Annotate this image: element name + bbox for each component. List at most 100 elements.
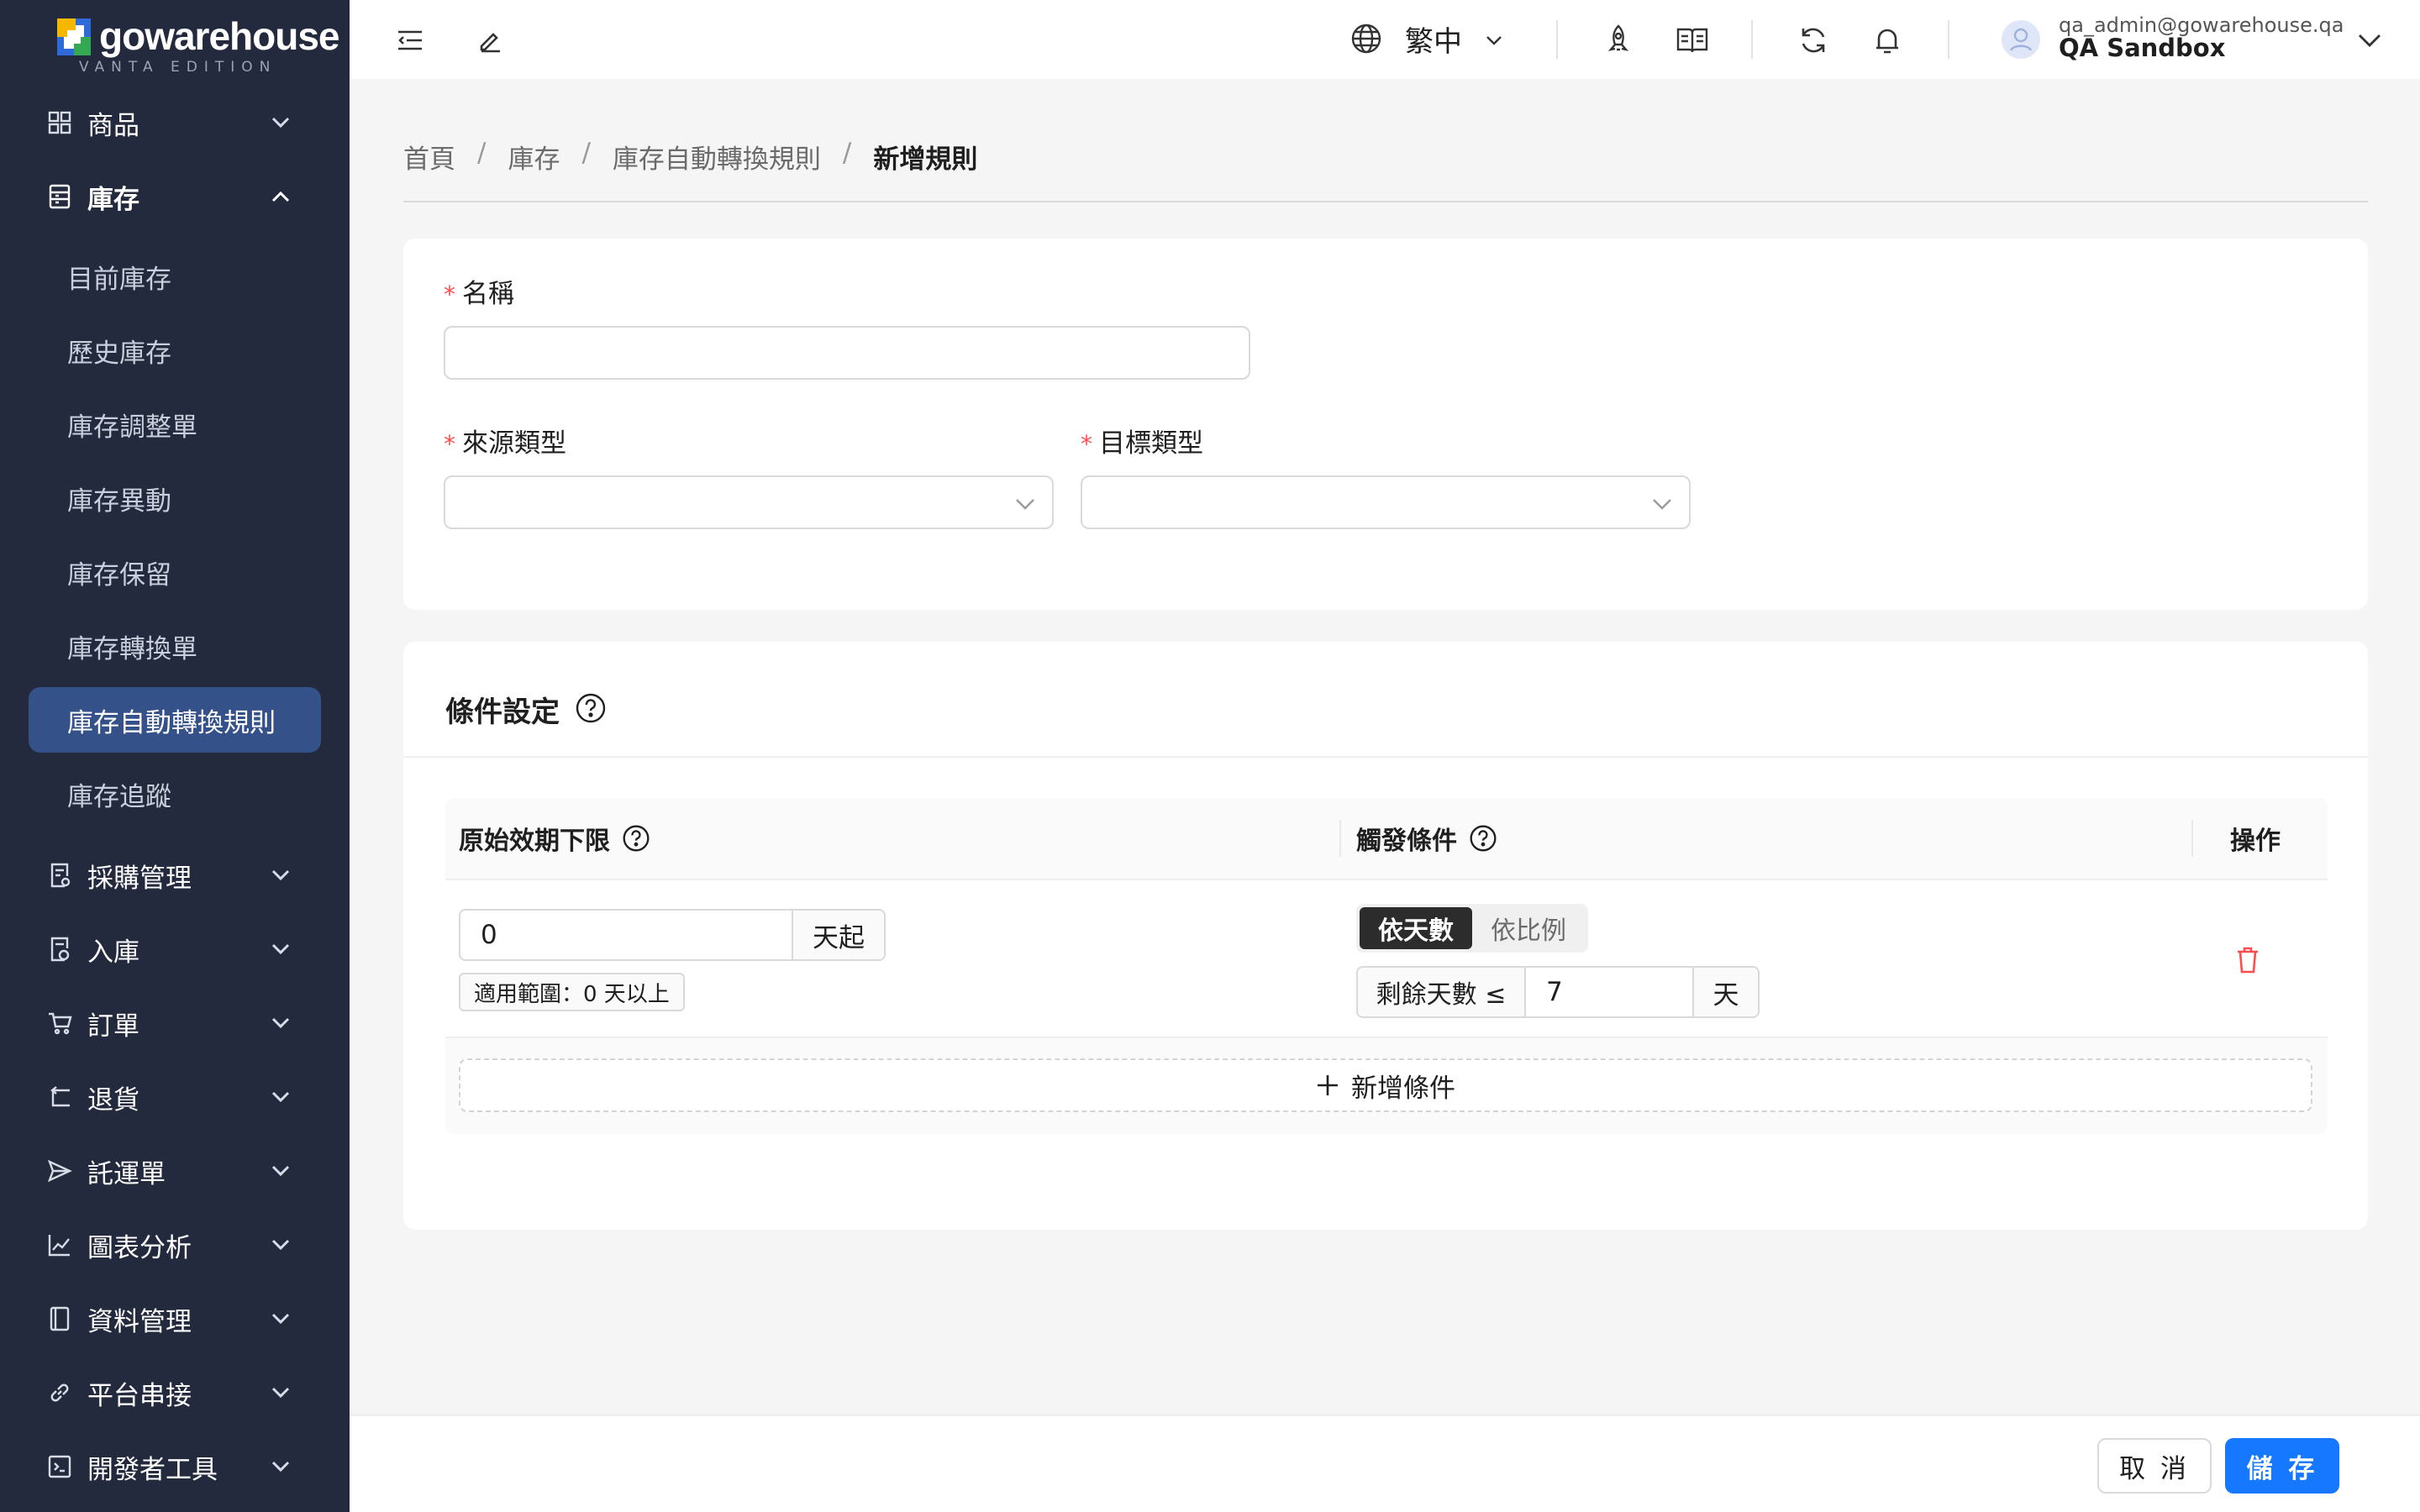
source-type-select[interactable] <box>444 475 1054 529</box>
breadcrumb-divider <box>403 201 2368 202</box>
remaining-days-suffix: 天 <box>1692 968 1758 1016</box>
sidebar-item-purchasing[interactable]: 採購管理 <box>0 845 350 906</box>
sidebar-item-shipments[interactable]: 託運單 <box>0 1141 350 1201</box>
sidebar-item-returns[interactable]: 退貨 <box>0 1067 350 1127</box>
sidebar-subitem-stock-history[interactable]: 歷史庫存 <box>29 318 321 383</box>
sidebar-subitem-stock-reservation[interactable]: 庫存保留 <box>29 539 321 605</box>
sidebar-subitem-label: 庫存保留 <box>67 559 171 591</box>
cancel-button[interactable]: 取 消 <box>2097 1438 2212 1494</box>
table-row: 0 天起 適用範圍：0 天以上 依天數 依比例 剩餘天數 ≤ 7 天 <box>445 879 2328 1038</box>
top-header: 繁中 qa_admin@gowarehouse.qa QA Sandbox <box>350 0 2420 79</box>
delete-icon[interactable] <box>2235 946 2260 974</box>
sidebar-item-products[interactable]: 商品 <box>0 92 350 153</box>
sidebar-item-label: 託運單 <box>87 1158 166 1189</box>
source-type-label: * 來源類型 <box>444 428 566 459</box>
mode-by-ratio[interactable]: 依比例 <box>1472 907 1585 949</box>
sidebar-item-label: 開發者工具 <box>87 1454 218 1485</box>
grid-icon <box>47 110 72 135</box>
help-circle-icon[interactable] <box>1469 824 1497 853</box>
target-type-select[interactable] <box>1081 475 1691 529</box>
sidebar-item-label: 庫存 <box>87 184 139 215</box>
chevron-down-icon <box>271 1457 291 1477</box>
basic-info-card: * 名稱 * 來源類型 * 目標類型 <box>403 239 2368 610</box>
bell-icon[interactable] <box>1870 24 1904 57</box>
cart-icon <box>47 1011 72 1036</box>
help-circle-icon[interactable] <box>622 824 650 853</box>
return-icon <box>47 1084 72 1110</box>
sidebar-item-integrations[interactable]: 平台串接 <box>0 1362 350 1423</box>
sidebar-subitem-label: 庫存轉換單 <box>67 633 197 664</box>
plus-icon <box>1318 1075 1338 1095</box>
conditions-title: 條件設定 <box>445 696 560 729</box>
chevron-down-icon[interactable] <box>1477 24 1511 57</box>
sidebar-subitem-current-stock[interactable]: 目前庫存 <box>29 244 321 309</box>
remaining-days-input[interactable]: 7 <box>1526 968 1692 1016</box>
sidebar-item-label: 訂單 <box>87 1011 139 1042</box>
book-open-icon[interactable] <box>1676 24 1709 57</box>
sidebar-subitem-label: 庫存異動 <box>67 486 171 517</box>
sidebar-item-analytics[interactable]: 圖表分析 <box>0 1215 350 1275</box>
inbound-doc-icon <box>47 937 72 962</box>
sidebar-item-inbound[interactable]: 入庫 <box>0 919 350 979</box>
target-type-label: * 目標類型 <box>1081 428 1203 459</box>
sidebar-item-data-management[interactable]: 資料管理 <box>0 1289 350 1349</box>
send-icon <box>47 1158 72 1184</box>
breadcrumb-home[interactable]: 首頁 <box>403 138 455 176</box>
sidebar-subitem-stock-adjustment[interactable]: 庫存調整單 <box>29 391 321 457</box>
brand-logo[interactable]: gowarehouse VANTA EDITION <box>55 14 340 76</box>
name-input[interactable] <box>444 326 1250 380</box>
chevron-down-icon <box>1016 499 1034 510</box>
list-document-icon <box>47 184 72 209</box>
breadcrumb-inventory[interactable]: 庫存 <box>508 138 560 176</box>
sidebar-item-developer-tools[interactable]: 開發者工具 <box>0 1436 350 1497</box>
save-button[interactable]: 儲 存 <box>2225 1438 2339 1494</box>
conditions-card: 條件設定 原始效期下限 觸發條件 操作 0 天起 適用範圍：0 天以上 依天數 … <box>403 642 2368 1230</box>
sidebar-subitem-label: 庫存追蹤 <box>67 781 171 812</box>
edit-icon[interactable] <box>474 24 508 57</box>
breadcrumb-auto-conversion-rules[interactable]: 庫存自動轉換規則 <box>613 138 821 176</box>
language-selector[interactable]: 繁中 <box>1405 18 1462 60</box>
sidebar-subitem-label: 目前庫存 <box>67 264 171 295</box>
expiry-input-group: 0 天起 <box>459 909 886 961</box>
sidebar-item-orders[interactable]: 訂單 <box>0 993 350 1053</box>
clipboard-icon <box>47 863 72 888</box>
col-header-expiry: 原始效期下限 <box>459 798 650 879</box>
sidebar-subitem-label: 庫存自動轉換規則 <box>67 707 276 738</box>
sidebar-item-label: 採購管理 <box>87 863 192 894</box>
help-circle-icon[interactable] <box>575 692 607 724</box>
mode-by-days[interactable]: 依天數 <box>1360 907 1472 949</box>
sidebar-subitem-stock-conversion[interactable]: 庫存轉換單 <box>29 613 321 679</box>
sidebar-item-label: 入庫 <box>87 937 139 968</box>
expiry-suffix: 天起 <box>792 911 884 959</box>
chevron-down-icon[interactable] <box>2353 24 2386 57</box>
add-condition-button[interactable]: 新增條件 <box>459 1058 2312 1112</box>
sidebar-subitem-stock-movement[interactable]: 庫存異動 <box>29 465 321 531</box>
sidebar-subitem-auto-conversion-rules[interactable]: 庫存自動轉換規則 <box>29 687 321 753</box>
chevron-up-icon <box>271 186 291 207</box>
logo-mark-icon <box>57 18 91 55</box>
chevron-down-icon <box>271 939 291 959</box>
sidebar-item-label: 資料管理 <box>87 1306 192 1337</box>
refresh-icon[interactable] <box>1797 24 1830 57</box>
breadcrumb-current: 新增規則 <box>873 144 978 175</box>
chevron-down-icon <box>271 113 291 133</box>
sidebar-item-inventory[interactable]: 庫存 <box>0 166 350 227</box>
avatar[interactable] <box>2002 20 2040 59</box>
expiry-days-input[interactable]: 0 <box>460 911 792 959</box>
sidebar-subitem-stock-tracking[interactable]: 庫存追蹤 <box>29 761 321 827</box>
sidebar-subitem-label: 歷史庫存 <box>67 338 171 369</box>
chevron-down-icon <box>271 1235 291 1255</box>
breadcrumb: 首頁 / 庫存 / 庫存自動轉換規則 / 新增規則 <box>403 138 978 176</box>
rocket-icon[interactable] <box>1602 24 1635 57</box>
conditions-table: 原始效期下限 觸發條件 操作 0 天起 適用範圍：0 天以上 依天數 依比例 剩… <box>445 798 2328 1134</box>
chevron-down-icon <box>271 1013 291 1033</box>
book-icon <box>47 1306 72 1331</box>
form-footer: 取 消 儲 存 <box>350 1416 2420 1512</box>
user-name: QA Sandbox <box>2059 34 2226 62</box>
menu-collapse-icon[interactable] <box>393 24 427 57</box>
remaining-days-group: 剩餘天數 ≤ 7 天 <box>1356 966 1760 1018</box>
sidebar-subitem-label: 庫存調整單 <box>67 412 197 443</box>
chevron-down-icon <box>271 1087 291 1107</box>
main-content: 首頁 / 庫存 / 庫存自動轉換規則 / 新增規則 * 名稱 * 來源類型 * 目標類… <box>350 79 2420 1512</box>
globe-icon[interactable] <box>1349 22 1383 55</box>
